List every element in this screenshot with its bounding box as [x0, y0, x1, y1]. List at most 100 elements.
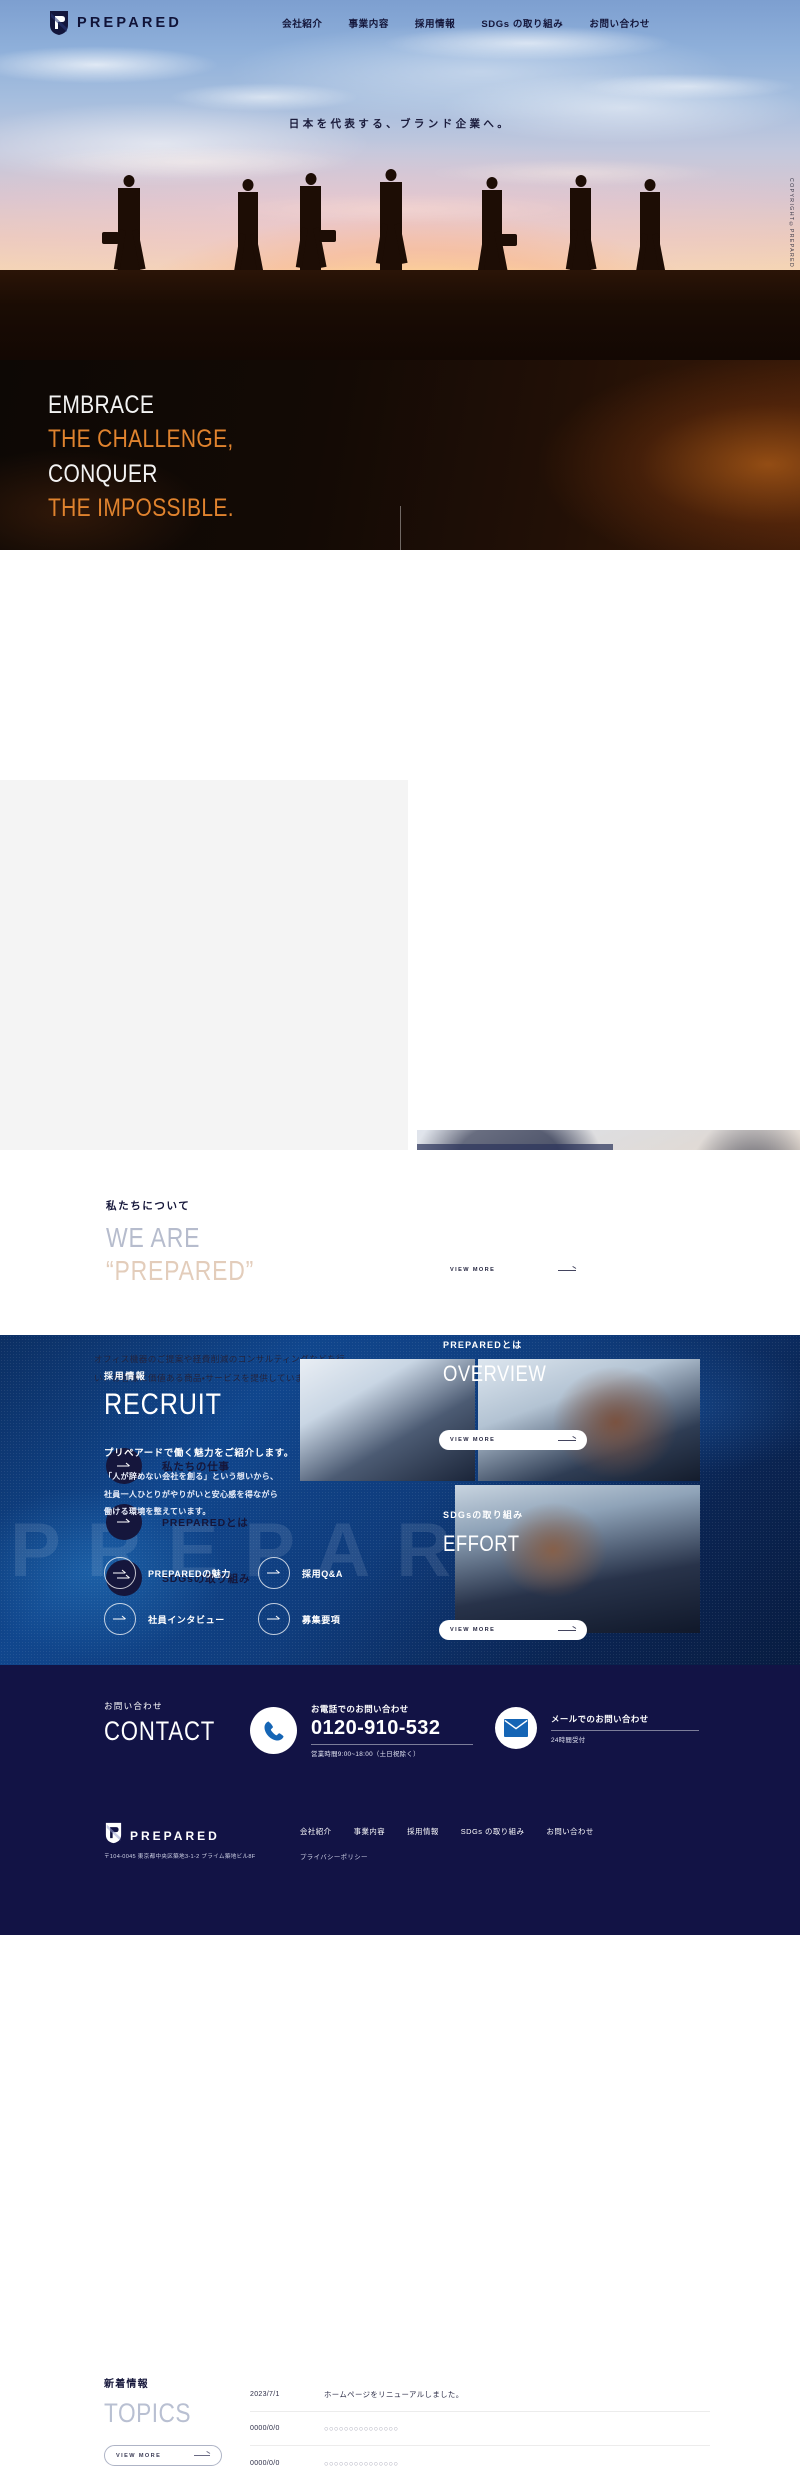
footer-wordmark: PREPARED: [130, 1828, 220, 1843]
card-en-label: OVERVIEW: [443, 1361, 547, 1386]
view-more-label: VIEW MORE: [450, 1627, 496, 1633]
about-jp-label: 私たちについて: [106, 1200, 191, 1212]
footer-nav-item-recruit[interactable]: 採用情報: [407, 1826, 439, 1837]
card-view-more-button[interactable]: VIEW MORE: [439, 1430, 587, 1450]
arrow-right-icon: [104, 1603, 136, 1635]
topics-heading: 新着情報 TOPICS VIEW MORE: [104, 2375, 222, 2466]
footer-privacy: プライバシーポリシー: [300, 1846, 368, 1864]
prepared-shield-logo-icon: [104, 1822, 123, 1849]
card-en-label: WORKS: [443, 1191, 516, 1216]
hero-copyright: COPYRIGHT©PREPARED: [788, 178, 794, 269]
topic-date: 0000/0/0: [250, 2425, 280, 2432]
header-bar: PREPARED 会社紹介 事業内容 採用情報 SDGs の取り組み お問い合わ…: [0, 0, 800, 46]
recruit-link-list: PREPAREDの魅力 採用Q&A 社員インタビュー 募集要項: [104, 1557, 404, 1635]
topics-view-more-button[interactable]: VIEW MORE: [104, 2445, 222, 2466]
view-more-label: VIEW MORE: [450, 1437, 496, 1443]
site-logo[interactable]: PREPARED: [48, 10, 182, 36]
view-more-label: VIEW MORE: [450, 1267, 496, 1273]
topics-en-label: TOPICS: [104, 2398, 192, 2428]
slogan-line-2: THE CHALLENGE,: [48, 425, 234, 454]
slogan-line-4: THE IMPOSSIBLE.: [48, 493, 234, 522]
table-row[interactable]: 2023/7/1 ホームページをリニューアルしました。: [250, 2378, 710, 2412]
about-left-panel: [0, 780, 408, 1150]
topic-title: ○○○○○○○○○○○○○○○: [324, 2424, 399, 2433]
topic-date: 0000/0/0: [250, 2459, 280, 2467]
card-jp-label: 私たちの仕事: [443, 1170, 505, 1180]
phone-icon: [250, 1707, 297, 1754]
card-jp-label: SDGsの取り組み: [443, 1510, 524, 1520]
topic-title: ホームページをリニューアルしました。: [324, 2390, 464, 2399]
nav-item-company[interactable]: 会社紹介: [282, 16, 322, 30]
topic-date: 2023/7/1: [250, 2391, 280, 2398]
arrow-right-icon: [558, 1439, 576, 1441]
footer-nav: 会社紹介 事業内容 採用情報 SDGs の取り組み お問い合わせ: [300, 1826, 594, 1837]
arrow-right-icon: [558, 1629, 576, 1631]
arrow-right-icon: [104, 1557, 136, 1589]
recruit-link-interview[interactable]: 社員インタビュー: [104, 1603, 250, 1635]
contact-heading: お問い合わせ CONTACT: [104, 1700, 240, 1747]
nav-item-contact[interactable]: お問い合わせ: [589, 16, 650, 30]
table-row[interactable]: 0000/0/0 ○○○○○○○○○○○○○○○: [250, 2446, 710, 2480]
footer-nav-item-company[interactable]: 会社紹介: [300, 1826, 332, 1837]
footer-nav-item-contact[interactable]: お問い合わせ: [546, 1826, 593, 1837]
card-text: PREPAREDとは OVERVIEW: [443, 1338, 566, 1387]
card-jp-label: PREPAREDとは: [443, 1340, 523, 1350]
arrow-right-icon: [558, 1269, 576, 1271]
recruit-link-label: 募集要項: [302, 1614, 341, 1625]
divider: [551, 1729, 699, 1731]
recruit-body-line-2: 社員一人ひとりがやりがいと安心感を得ながら: [104, 1489, 279, 1499]
recruit-link-requirements[interactable]: 募集要項: [258, 1603, 404, 1635]
about-en-line-1: WE ARE: [106, 1222, 201, 1253]
topics-list: 2023/7/1 ホームページをリニューアルしました。 0000/0/0 ○○○…: [250, 2378, 710, 2480]
recruit-heading: 採用情報 RECRUIT: [104, 1369, 244, 1422]
recruit-section: PREPARED 採用情報 RECRUIT プリペアードで働く魅力をご紹介します…: [0, 1335, 800, 1665]
nav-item-business[interactable]: 事業内容: [349, 16, 389, 30]
contact-tel-hours: 営業時間9:00~18:00（土日祝除く）: [311, 1751, 420, 1758]
footer-nav-item-sdgs[interactable]: SDGs の取り組み: [461, 1826, 525, 1837]
footer-logo[interactable]: PREPARED: [104, 1822, 220, 1849]
recruit-link-appeal[interactable]: PREPAREDの魅力: [104, 1557, 250, 1589]
recruit-link-qa[interactable]: 採用Q&A: [258, 1557, 404, 1589]
hero-ground: [0, 270, 800, 360]
contact-mail-block[interactable]: メールでのお問い合わせ 24時間受付: [495, 1707, 699, 1749]
view-more-label: VIEW MORE: [116, 2452, 162, 2459]
recruit-lead: プリペアードで働く魅力をご紹介します。: [104, 1447, 294, 1458]
topics-jp-label: 新着情報: [104, 2379, 149, 2390]
prepared-shield-logo-icon: [48, 10, 70, 36]
recruit-link-label: 採用Q&A: [302, 1568, 343, 1579]
arrow-right-icon: [258, 1557, 290, 1589]
nav-item-recruit[interactable]: 採用情報: [415, 16, 455, 30]
card-view-more-button[interactable]: VIEW MORE: [439, 1620, 587, 1640]
arrow-right-icon: [258, 1603, 290, 1635]
card-view-more-button[interactable]: VIEW MORE: [439, 1260, 587, 1280]
slogan-section: EMBRACE THE CHALLENGE, CONQUER THE IMPOS…: [0, 360, 800, 550]
recruit-description: 「人が辞めない会社を創る」という想いから、 社員一人ひとりがやりがいと安心感を得…: [104, 1468, 354, 1521]
contact-jp-label: お問い合わせ: [104, 1701, 163, 1711]
slogan-line-1: EMBRACE: [48, 391, 155, 419]
slogan-line-3: CONQUER: [48, 459, 158, 488]
privacy-policy-link[interactable]: プライバシーポリシー: [300, 1854, 368, 1861]
primary-nav: 会社紹介 事業内容 採用情報 SDGs の取り組み お問い合わせ: [282, 16, 650, 30]
topic-title: ○○○○○○○○○○○○○○○: [324, 2458, 399, 2468]
about-heading: 私たちについて WE ARE “PREPARED”: [106, 1198, 287, 1287]
table-row[interactable]: 0000/0/0 ○○○○○○○○○○○○○○○: [250, 2412, 710, 2446]
contact-telephone-block[interactable]: お電話でのお問い合わせ 0120-910-532 営業時間9:00~18:00（…: [250, 1703, 473, 1758]
card-text: 私たちの仕事 WORKS: [443, 1168, 529, 1217]
recruit-body-line-1: 「人が辞めない会社を創る」という想いから、: [104, 1472, 279, 1481]
contact-tel-label: お電話でのお問い合わせ: [311, 1704, 409, 1714]
card-text: SDGsの取り組み EFFORT: [443, 1508, 534, 1557]
about-section: PREP 私たちについて WE ARE “PREPARED” オフィス機器のご提…: [0, 550, 800, 1656]
recruit-jp-label: 採用情報: [104, 1371, 147, 1381]
divider: [311, 1744, 473, 1745]
logo-wordmark: PREPARED: [77, 15, 183, 31]
hero-section: PREPARED 会社紹介 事業内容 採用情報 SDGs の取り組み お問い合わ…: [0, 0, 800, 360]
recruit-link-label: 社員インタビュー: [148, 1614, 225, 1625]
contact-mail-text: メールでのお問い合わせ 24時間受付: [551, 1713, 699, 1744]
footer-nav-item-business[interactable]: 事業内容: [354, 1826, 386, 1837]
contact-telephone-text: お電話でのお問い合わせ 0120-910-532 営業時間9:00~18:00（…: [311, 1703, 473, 1758]
about-en-line-2: “PREPARED”: [106, 1255, 255, 1286]
nav-item-sdgs[interactable]: SDGs の取り組み: [481, 16, 563, 30]
recruit-link-label: PREPAREDの魅力: [148, 1568, 231, 1579]
card-en-label: EFFORT: [443, 1531, 520, 1556]
slogan-text: EMBRACE THE CHALLENGE, CONQUER THE IMPOS…: [48, 388, 234, 525]
